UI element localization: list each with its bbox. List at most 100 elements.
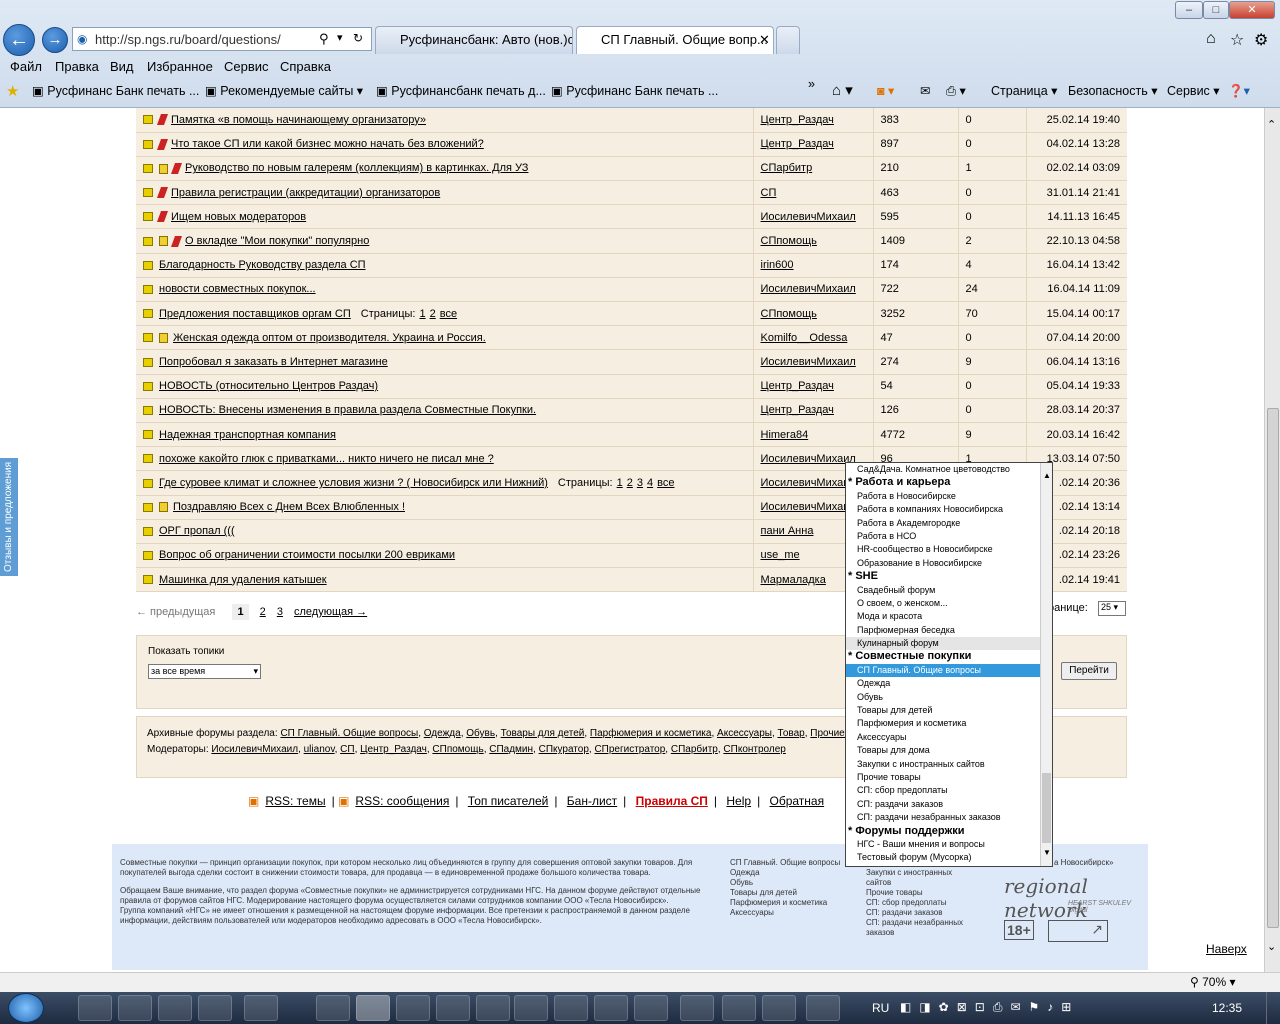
home-icon[interactable]: ⌂ ▾	[832, 81, 853, 99]
author-link[interactable]: ИосилевичМихаил	[761, 211, 856, 223]
top-writers-link[interactable]: Топ писателей	[468, 794, 549, 808]
moderator-link[interactable]: Центр_Раздач	[360, 744, 427, 755]
dropdown-scrollbar[interactable]: ▲ ▼	[1040, 463, 1052, 866]
author-link[interactable]: Центр_Раздач	[761, 404, 834, 416]
taskbar-chrome[interactable]	[244, 995, 278, 1021]
close-window-button[interactable]: ✕	[1229, 1, 1275, 19]
dropdown-option[interactable]: Одежда	[846, 677, 1052, 690]
taskbar-app-3[interactable]	[762, 995, 796, 1021]
author-link[interactable]: СПарбитр	[761, 162, 813, 174]
fav-link-4[interactable]: ▣ Русфинанс Банк печать ...	[551, 83, 718, 98]
menu-view[interactable]: Вид	[110, 59, 134, 74]
mail-icon[interactable]: ✉	[920, 83, 930, 98]
dropdown-option[interactable]: НГС - Ваши мнения и вопросы	[846, 838, 1052, 851]
rss-icon[interactable]: ◙ ▾	[877, 83, 894, 98]
taskbar-excel-4[interactable]	[634, 995, 668, 1021]
topic-title-link[interactable]: Памятка «в помощь начинающему организато…	[171, 114, 426, 126]
rss-messages-link[interactable]: RSS: сообщения	[355, 794, 449, 808]
topic-page-link[interactable]: 3	[637, 477, 643, 489]
address-bar[interactable]: ◉ http://sp.ngs.ru/board/questions/ ⚲ ▾ …	[72, 27, 372, 51]
dropdown-option[interactable]: Кулинарный форум	[846, 637, 1052, 651]
back-to-top-link[interactable]: Наверх	[1206, 942, 1247, 956]
taskbar-ie[interactable]	[356, 995, 390, 1021]
author-link[interactable]: СП	[761, 187, 777, 199]
topic-title-link[interactable]: Попробовал я заказать в Интернет магазин…	[159, 356, 388, 368]
topic-title-link[interactable]: Благодарность Руководству раздела СП	[159, 259, 366, 271]
dropdown-option[interactable]: Работа в НСО	[846, 530, 1052, 543]
page-scrollbar[interactable]: ⌃ ⌄	[1264, 108, 1280, 972]
minimize-button[interactable]: –	[1175, 1, 1203, 19]
pager-page-2[interactable]: 2	[260, 606, 266, 618]
topic-title-link[interactable]: НОВОСТЬ: Внесены изменения в правила раз…	[159, 404, 536, 416]
dropdown-option[interactable]: Парфюмерия и косметика	[846, 717, 1052, 730]
author-link[interactable]: Центр_Раздач	[761, 380, 834, 392]
menu-file[interactable]: Файл	[10, 59, 42, 74]
author-link[interactable]: ИосилевичМихаил	[761, 356, 856, 368]
rss-topics-link[interactable]: RSS: темы	[265, 794, 325, 808]
fav-link-2[interactable]: ▣ Рекомендуемые сайты ▾	[205, 83, 363, 98]
author-link[interactable]: ИосилевичМихаил	[761, 283, 856, 295]
taskbar-app-1[interactable]	[396, 995, 430, 1021]
gear-icon[interactable]: ⚙	[1254, 30, 1268, 50]
feedback-link[interactable]: Обратная	[770, 794, 825, 808]
moderator-link[interactable]: СПадмин	[489, 744, 533, 755]
pager-next[interactable]: следующая →	[294, 606, 367, 618]
taskbar-excel-2[interactable]	[554, 995, 588, 1021]
dropdown-option[interactable]: Товары для детей	[846, 704, 1052, 717]
menu-edit[interactable]: Правка	[55, 59, 99, 74]
topic-title-link[interactable]: Машинка для удаления катышек	[159, 574, 327, 586]
footer-link[interactable]: Аксессуары	[722, 908, 852, 918]
author-link[interactable]: СПпомощь	[761, 235, 817, 247]
chevron-up-icon[interactable]: ⌃	[1267, 118, 1276, 131]
dropdown-option[interactable]: Сад&Дача. Комнатное цветоводство	[846, 463, 1052, 476]
refresh-icon[interactable]: ↻	[353, 31, 363, 45]
author-link[interactable]: ИосилевичМихаил	[761, 501, 856, 513]
tab-sp-main[interactable]: СП Главный. Общие вопр... ✕	[576, 26, 774, 54]
language-indicator[interactable]: RU	[872, 1001, 889, 1015]
footer-link[interactable]: СП: раздачи заказов	[858, 908, 978, 918]
pager-page-3[interactable]: 3	[277, 606, 283, 618]
dropdown-option[interactable]: Работа в Академгородке	[846, 517, 1052, 530]
author-link[interactable]: Komilfo__Odessa	[761, 332, 848, 344]
fav-link-1[interactable]: ▣ Русфинанс Банк печать ...	[32, 83, 199, 98]
moderator-link[interactable]: СПкуратор	[539, 744, 589, 755]
footer-link[interactable]: СП: раздачи незабранных заказов	[858, 918, 978, 938]
favorites-star-icon[interactable]: ★	[6, 82, 19, 100]
dropdown-option[interactable]: Образование в Новосибирске	[846, 557, 1052, 570]
taskbar-icq[interactable]	[680, 995, 714, 1021]
archive-forum-link[interactable]: СП Главный. Общие вопросы	[280, 728, 418, 739]
cmd-tools[interactable]: Сервис ▾	[1167, 83, 1220, 98]
topic-title-link[interactable]: Правила регистрации (аккредитации) орган…	[171, 187, 440, 199]
topic-title-link[interactable]: НОВОСТЬ (относительно Центров Раздач)	[159, 380, 378, 392]
archive-forum-link[interactable]: Аксессуары	[717, 728, 772, 739]
author-link[interactable]: пани Анна	[761, 525, 814, 537]
dropdown-option[interactable]: Обувь	[846, 691, 1052, 704]
show-desktop-button[interactable]	[1266, 992, 1280, 1024]
dropdown-option[interactable]: HR-сообщество в Новосибирске	[846, 543, 1052, 556]
archive-forum-link[interactable]: Парфюмерия и косметика	[590, 728, 712, 739]
moderator-link[interactable]: СПрегистратор	[594, 744, 665, 755]
print-icon[interactable]: ⎙ ▾	[946, 83, 966, 99]
taskbar-folder-3[interactable]	[158, 995, 192, 1021]
author-link[interactable]: irin600	[761, 259, 794, 271]
taskbar-yandex[interactable]	[476, 995, 510, 1021]
home-icon[interactable]: ⌂	[1206, 30, 1216, 48]
dropdown-option[interactable]: СП: раздачи незабранных заказов	[846, 811, 1052, 824]
forum-jump-dropdown[interactable]: Сад&Дача. Комнатное цветоводство * Работа…	[845, 462, 1053, 867]
per-page-select[interactable]: 25 ▾	[1098, 601, 1126, 616]
taskbar-opera[interactable]	[316, 995, 350, 1021]
zoom-control[interactable]: ⚲ 70% ▾	[1190, 975, 1236, 989]
topic-page-link[interactable]: 1	[419, 308, 425, 320]
close-tab-icon[interactable]: ✕	[759, 27, 770, 53]
author-link[interactable]: Himera84	[761, 429, 809, 441]
topic-page-link[interactable]: все	[440, 308, 457, 320]
author-link[interactable]: Мармаладка	[761, 574, 826, 586]
fav-link-3[interactable]: ▣ Русфинансбанк печать д...	[376, 83, 546, 98]
moderator-link[interactable]: СПконтролер	[723, 744, 785, 755]
author-link[interactable]: Центр_Раздач	[761, 114, 834, 126]
footer-link[interactable]: Закупки с иностранных сайтов	[858, 868, 978, 888]
page-scroll-thumb[interactable]	[1267, 408, 1279, 928]
cmd-page[interactable]: Страница ▾	[991, 83, 1057, 98]
archive-forum-link[interactable]: Одежда	[424, 728, 461, 739]
search-icon[interactable]: ⚲	[319, 31, 329, 47]
